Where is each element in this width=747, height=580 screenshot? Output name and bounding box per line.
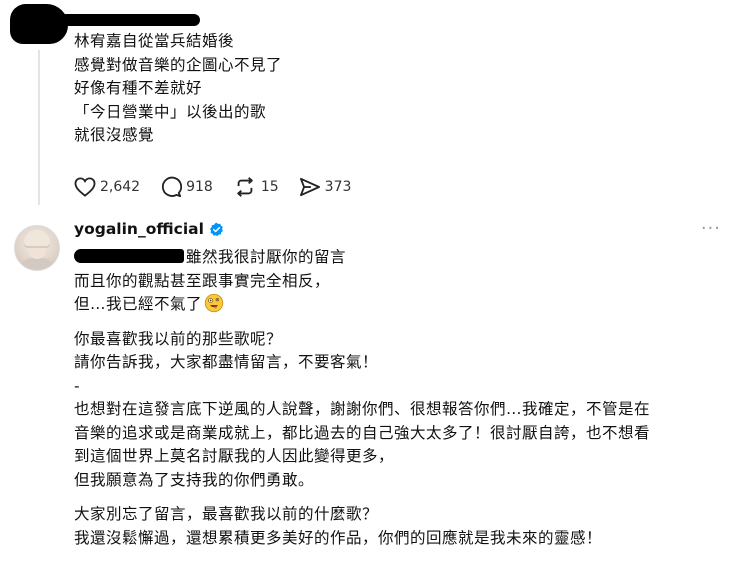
repost-icon [237,177,253,197]
reply-line: 音樂的追求或是商業成就上，都比過去的自己強大太多了！很討厭自誇，也不想看 [74,423,651,442]
reply-line: 到這個世界上莫名討厭我的人因此變得更多， [74,447,395,465]
comment-line: 好像有種不差就好 [74,79,203,97]
repost-count: 15 [260,179,279,195]
share-button[interactable]: 373 [299,177,352,197]
avatar[interactable] [14,225,60,271]
comment-line: 感覺對做音樂的企圖心不見了 [74,55,283,74]
username[interactable]: yogalin_official [74,220,204,238]
verified-badge-icon [209,222,223,236]
repost-button[interactable]: 15 [233,176,279,198]
comment-line: 林宥嘉自從當兵結婚後 [74,32,235,50]
redacted-mention [74,249,184,263]
send-icon [299,177,320,197]
reply-line: 你最喜歡我以前的那些歌呢？ [74,329,283,348]
like-button[interactable]: 2,642 [74,177,140,197]
comment-actions: 2,642 918 15 373 [74,176,371,198]
reply-line: 也想對在這發言底下逆風的人說聲，謝謝你們、很想報答你們…我確定，不管是在 [74,400,651,418]
reply-line: 雖然我很討厭你的留言 [74,246,650,270]
reply-line: 我還沒鬆懈過，還想累積更多美好的作品，你們的回應就是我未來的靈感！ [74,528,603,547]
comment-text: 林宥嘉自從當兵結婚後 感覺對做音樂的企圖心不見了 好像有種不差就好 「今日營業中… [74,30,282,148]
reply-line: 但我願意為了支持我的你們勇敢。 [74,470,315,489]
separator: - [74,376,81,395]
comment-line: 「今日營業中」以後出的歌 [74,102,267,121]
reply-line: 大家別忘了留言，最喜歡我以前的什麼歌？ [74,505,379,523]
reply-count: 918 [186,179,213,195]
heart-icon [74,177,96,197]
zany-face-emoji [204,293,224,313]
more-options-icon[interactable]: ··· [701,218,721,239]
reply-line: 而且你的觀點甚至跟事實完全相反， [74,271,331,290]
comment-line: 就很沒感覺 [74,126,155,144]
redacted-username [60,14,200,26]
redacted-avatar [10,4,68,44]
thread-line [38,50,40,205]
reply-button[interactable]: 918 [160,176,213,198]
reply-line: 但…我已經不氣了 [74,293,650,317]
username-row: yogalin_official [74,220,224,238]
comment-icon [162,176,183,198]
like-count: 2,642 [100,179,141,195]
reply-text: 雖然我很討厭你的留言 而且你的觀點甚至跟事實完全相反， 但…我已經不氣了 你最喜… [74,246,650,550]
share-count: 373 [324,179,352,195]
reply-line: 請你告訴我，大家都盡情留言，不要客氣！ [74,353,379,371]
